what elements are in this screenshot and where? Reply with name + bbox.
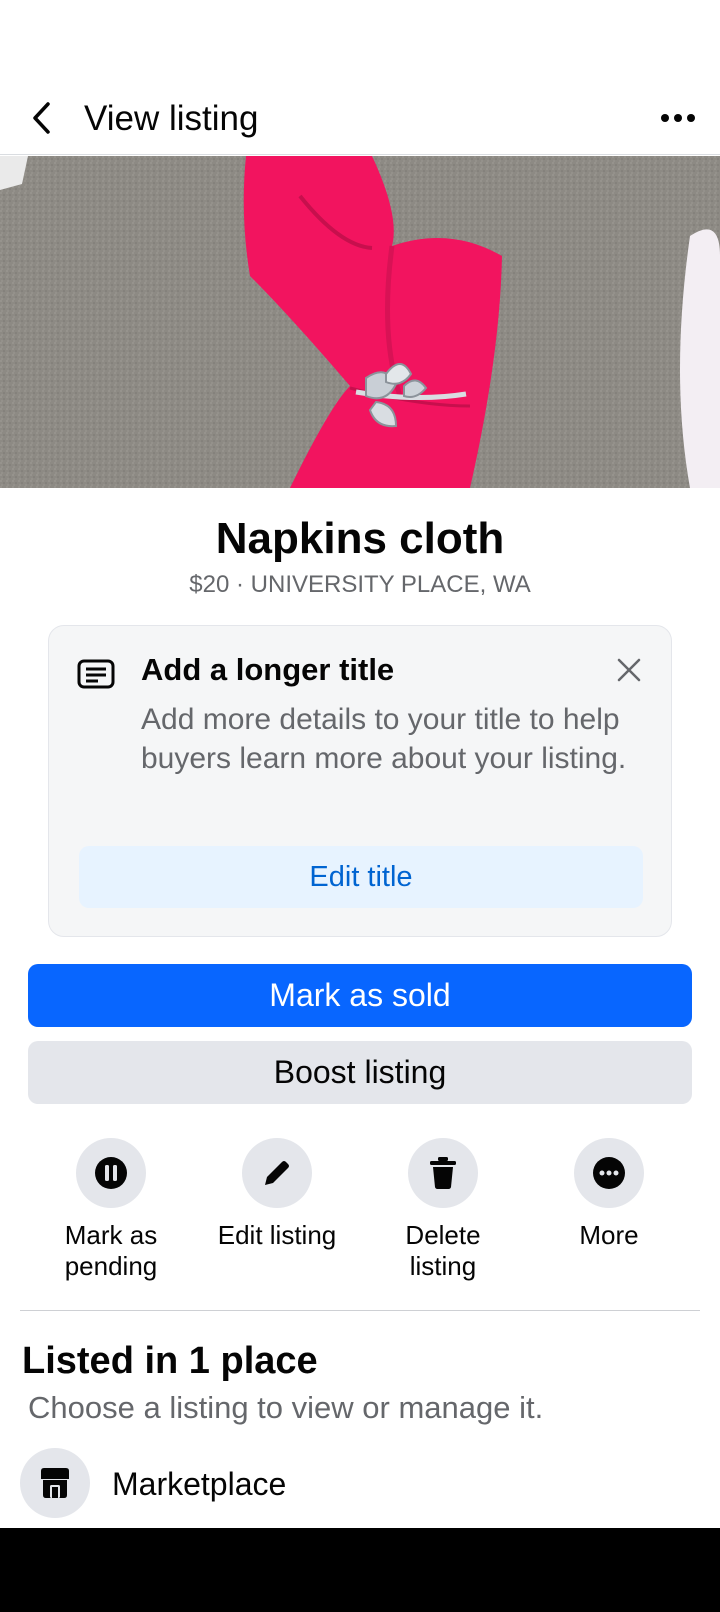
marketplace-icon-circle [20, 1448, 90, 1518]
mark-as-sold-button[interactable]: Mark as sold [28, 964, 692, 1027]
status-bar-area [0, 0, 720, 80]
edit-listing-button[interactable] [242, 1138, 312, 1208]
delete-listing-label: Delete listing [405, 1220, 481, 1281]
edit-listing-action[interactable]: Edit listing [192, 1138, 362, 1251]
delete-listing-button[interactable] [408, 1138, 478, 1208]
top-bar: View listing [0, 80, 720, 155]
marketplace-label: Marketplace [112, 1466, 287, 1502]
more-dots-icon [593, 1157, 625, 1189]
chevron-left-icon [33, 102, 50, 134]
listing-photo-image [0, 156, 720, 488]
mark-as-pending-action[interactable]: Mark as pending [26, 1138, 196, 1282]
pause-icon [95, 1157, 127, 1189]
more-label: More [579, 1220, 639, 1250]
system-navigation-bar [0, 1528, 720, 1612]
close-icon [617, 658, 641, 682]
more-button[interactable] [574, 1138, 644, 1208]
longer-title-tip-card: Add a longer title Add more details to y… [48, 625, 672, 937]
tip-body-text: Add more details to your title to help b… [141, 703, 627, 775]
trash-icon [430, 1157, 456, 1189]
text-lines-icon [77, 659, 115, 689]
boost-listing-button[interactable]: Boost listing [28, 1041, 692, 1104]
mark-as-pending-button[interactable] [76, 1138, 146, 1208]
mark-as-pending-label: Mark as pending [64, 1220, 158, 1281]
listing-price-location: $20 · UNIVERSITY PLACE, WA [189, 571, 531, 598]
page-title: View listing [84, 99, 259, 138]
storefront-icon [41, 1468, 69, 1498]
listed-places-heading: Listed in 1 place [22, 1340, 318, 1382]
back-button[interactable] [22, 98, 62, 138]
edit-listing-label: Edit listing [217, 1220, 337, 1250]
listing-photo[interactable] [0, 156, 720, 488]
listed-places-subtitle: Choose a listing to view or manage it. [28, 1390, 544, 1425]
delete-listing-action[interactable]: Delete listing [358, 1138, 528, 1282]
more-horizontal-icon [661, 114, 695, 122]
listing-actions-row: Mark as pending Edit listing Delete list… [0, 1138, 720, 1298]
overflow-menu-button[interactable] [654, 98, 702, 138]
listing-title: Napkins cloth [215, 514, 505, 563]
pencil-icon [265, 1161, 289, 1185]
tip-close-button[interactable] [613, 654, 645, 686]
divider [20, 1310, 700, 1311]
more-action[interactable]: More [524, 1138, 694, 1251]
marketplace-listing-row[interactable]: Marketplace [20, 1448, 700, 1520]
edit-title-button[interactable]: Edit title [79, 846, 643, 908]
tip-title: Add a longer title [141, 652, 395, 687]
